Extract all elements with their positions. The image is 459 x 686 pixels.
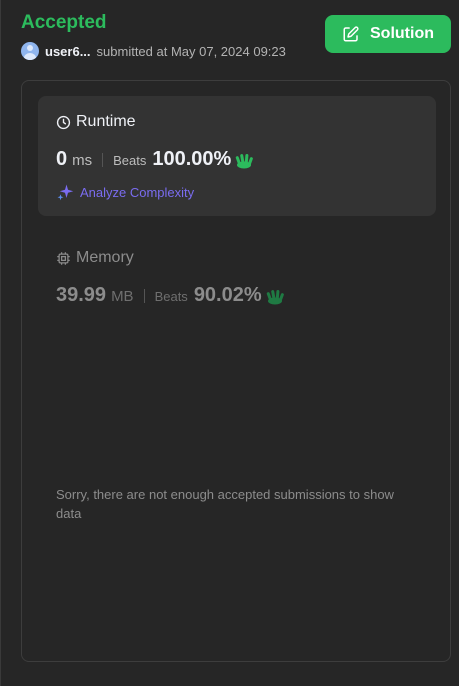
- memory-title-label: Memory: [76, 249, 134, 266]
- memory-unit: MB: [111, 288, 134, 305]
- submission-result-panel: Accepted user6... submitted at May 07, 2…: [0, 0, 459, 686]
- memory-stat[interactable]: Memory 39.99 MB Beats 90.02%: [38, 241, 436, 331]
- solution-button-label: Solution: [370, 25, 434, 42]
- runtime-value: 0: [56, 148, 68, 170]
- analyze-complexity-link[interactable]: Analyze Complexity: [56, 183, 194, 201]
- memory-value: 39.99: [56, 284, 107, 306]
- edit-icon: [343, 26, 359, 42]
- solution-button[interactable]: Solution: [325, 15, 451, 53]
- runtime-beats-label: Beats: [113, 153, 147, 168]
- runtime-title: Runtime: [56, 113, 136, 131]
- sparkle-icon: [57, 184, 74, 201]
- performance-card: Runtime 0 ms Beats 100.00% Analyze Compl…: [21, 80, 451, 662]
- clock-icon: [56, 115, 71, 129]
- memory-title: Memory: [56, 249, 134, 267]
- chart-empty-message: Sorry, there are not enough accepted sub…: [56, 487, 394, 521]
- submitted-timestamp: submitted at May 07, 2024 09:23: [96, 43, 286, 59]
- memory-values: 39.99 MB Beats 90.02%: [56, 284, 285, 307]
- divider: [102, 152, 104, 167]
- runtime-title-label: Runtime: [76, 113, 136, 130]
- cpu-chip-icon: [57, 251, 70, 265]
- divider: [143, 288, 145, 303]
- avatar[interactable]: [21, 42, 39, 60]
- clapping-hands-icon: [236, 153, 254, 168]
- runtime-unit: ms: [72, 152, 93, 169]
- memory-percentile: 90.02%: [193, 284, 262, 306]
- runtime-values: 0 ms Beats 100.00%: [56, 148, 254, 171]
- runtime-percentile: 100.00%: [152, 148, 232, 170]
- runtime-stat[interactable]: Runtime 0 ms Beats 100.00% Analyze Compl…: [38, 96, 436, 216]
- clapping-hands-icon: [266, 289, 284, 304]
- username-link[interactable]: user6...: [45, 44, 91, 59]
- memory-beats-label: Beats: [154, 289, 188, 304]
- analyze-complexity-label: Analyze Complexity: [80, 184, 195, 200]
- submission-status: Accepted: [21, 12, 107, 33]
- submitter-info: user6... submitted at May 07, 2024 09:23: [21, 41, 286, 61]
